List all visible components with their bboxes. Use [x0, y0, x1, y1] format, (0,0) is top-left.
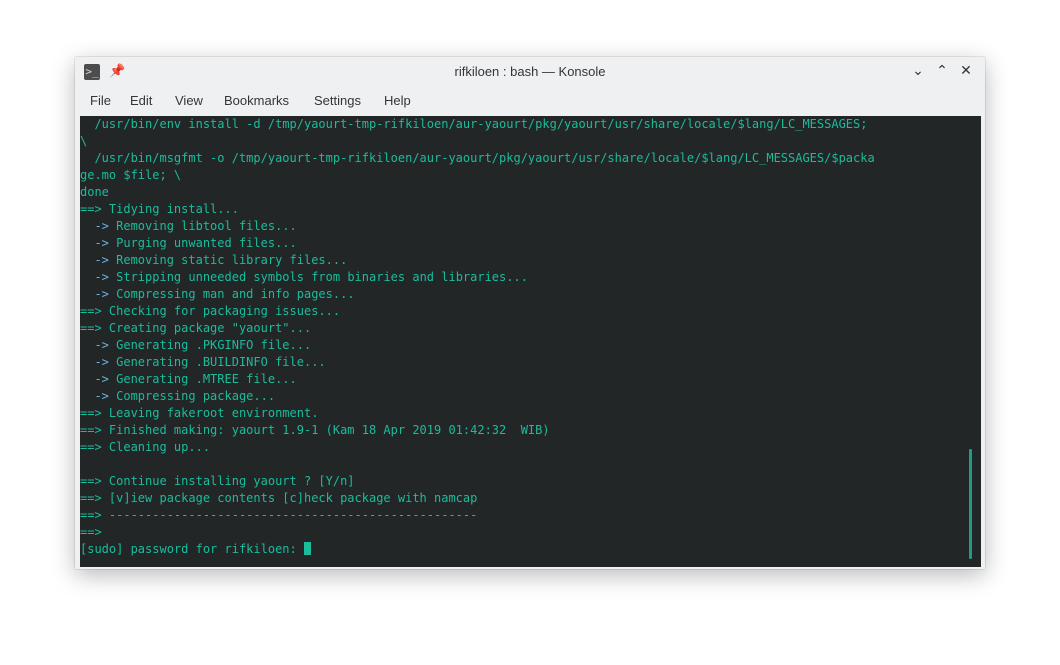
scrollbar[interactable] — [969, 116, 975, 567]
window-title: rifkiloen : bash — Konsole — [454, 64, 606, 79]
terminal-line: ==> Cleaning up... — [80, 440, 211, 454]
terminal-line: -> Removing libtool files... — [80, 219, 297, 233]
terminal-line: -> Generating .BUILDINFO file... — [80, 355, 326, 369]
konsole-window: rifkiloen : bash — Konsole >_ 📌 ⌄ ⌃ ✕ Fi… — [75, 57, 985, 569]
terminal-line: -> Purging unwanted files... — [80, 236, 297, 250]
minimize-button[interactable]: ⌄ — [909, 62, 927, 80]
terminal-line: ==> Creating package "yaourt"... — [80, 321, 312, 335]
menu-bar: File Edit View Bookmarks Settings Help — [75, 86, 985, 116]
terminal-line: -> Generating .PKGINFO file... — [80, 338, 312, 352]
terminal-line: -> Compressing package... — [80, 389, 276, 403]
terminal-line: ==> — [80, 525, 102, 539]
title-bar[interactable]: rifkiloen : bash — Konsole >_ 📌 ⌄ ⌃ ✕ — [75, 57, 985, 86]
terminal-line: ==> ------------------------------------… — [80, 508, 478, 522]
terminal-line: done — [80, 185, 109, 199]
terminal-line: \ — [80, 134, 88, 148]
menu-settings[interactable]: Settings — [307, 86, 368, 116]
menu-file[interactable]: File — [83, 86, 118, 116]
menu-view[interactable]: View — [168, 86, 210, 116]
terminal-line: [sudo] password for rifkiloen: — [80, 541, 970, 558]
scrollbar-thumb[interactable] — [969, 449, 972, 559]
terminal-line: ==> Tidying install... — [80, 202, 239, 216]
terminal-lines: /usr/bin/env install -d /tmp/yaourt-tmp-… — [80, 116, 970, 558]
text-cursor — [303, 542, 311, 555]
terminal-output[interactable]: /usr/bin/env install -d /tmp/yaourt-tmp-… — [80, 116, 981, 567]
terminal-line: ==> Continue installing yaourt ? [Y/n] — [80, 474, 355, 488]
menu-help[interactable]: Help — [377, 86, 418, 116]
terminal-line: -> Removing static library files... — [80, 253, 348, 267]
terminal-line: -> Stripping unneeded symbols from binar… — [80, 270, 528, 284]
terminal-line: ==> Leaving fakeroot environment. — [80, 406, 319, 420]
terminal-line: /usr/bin/msgfmt -o /tmp/yaourt-tmp-rifki… — [80, 151, 875, 165]
terminal-line: ==> Finished making: yaourt 1.9-1 (Kam 1… — [80, 423, 550, 437]
close-button[interactable]: ✕ — [957, 62, 975, 80]
terminal-line: /usr/bin/env install -d /tmp/yaourt-tmp-… — [80, 117, 868, 131]
menu-edit[interactable]: Edit — [123, 86, 159, 116]
terminal-icon[interactable]: >_ — [84, 64, 100, 80]
pin-icon[interactable]: 📌 — [109, 63, 125, 79]
terminal-line: ge.mo $file; \ — [80, 168, 182, 182]
maximize-button[interactable]: ⌃ — [933, 62, 951, 80]
terminal-line: -> Compressing man and info pages... — [80, 287, 355, 301]
terminal-line: ==> Checking for packaging issues... — [80, 304, 341, 318]
terminal-line: -> Generating .MTREE file... — [80, 372, 297, 386]
terminal-line: ==> [v]iew package contents [c]heck pack… — [80, 491, 478, 505]
menu-bookmarks[interactable]: Bookmarks — [217, 86, 296, 116]
